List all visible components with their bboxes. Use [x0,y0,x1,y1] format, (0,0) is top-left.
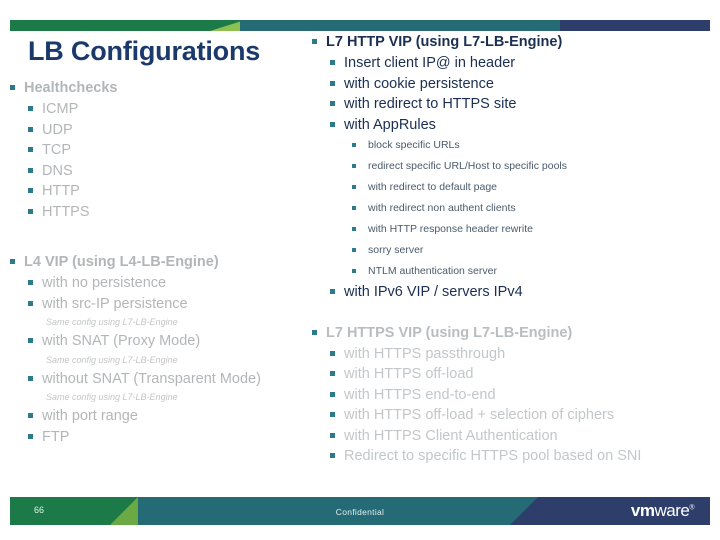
sub-list-item: NTLM authentication server [308,261,718,282]
vmware-logo: vmware® [630,501,695,521]
slide-footer: 66 Confidential vmware® [10,497,710,525]
list-item: with SNAT (Proxy Mode) [6,331,326,352]
top-bar-green-segment [10,20,240,31]
sub-list-item: redirect specific URL/Host to specific p… [308,156,718,177]
note-line: Same config using L7-LB-Engine [46,354,178,365]
list-item: with AppRules [308,115,718,136]
left-content-column: Healthchecks ICMP UDP TCP DNS HTTP HTTPS… [6,78,326,447]
square-bullet-icon [10,85,15,90]
square-bullet-icon [28,375,33,381]
group-l7-http-vip: L7 HTTP VIP (using L7-LB-Engine) Insert … [308,32,718,303]
square-bullet-icon [330,453,335,458]
vmware-logo-vm: vm [630,501,655,520]
square-bullet-icon [330,121,335,127]
sub-list-item: with redirect to default page [308,177,718,198]
square-bullet-icon [352,206,356,210]
square-bullet-icon [330,60,335,65]
list-item: without SNAT (Transparent Mode) [6,369,326,390]
top-bar-teal-diagonal [245,20,267,31]
list-item: with redirect to HTTPS site [308,94,718,115]
vmware-logo-ware: ware [654,501,690,520]
square-bullet-icon [28,188,33,193]
top-decorative-bar [10,20,710,31]
sub-list-item: sorry server [308,240,718,261]
square-bullet-icon [312,39,317,44]
square-bullet-icon [330,289,335,294]
square-bullet-icon [352,143,356,147]
square-bullet-icon [10,259,15,264]
square-bullet-icon [352,248,356,252]
square-bullet-icon [28,208,33,214]
list-item: HTTP [6,181,326,202]
list-item: with src-IP persistence [6,294,326,315]
confidential-label: Confidential [335,507,385,517]
square-bullet-icon [352,164,356,168]
list-item: Insert client IP@ in header [308,53,718,74]
group-heading: L4 VIP (using L4-LB-Engine) [6,252,326,272]
group-healthchecks: Healthchecks ICMP UDP TCP DNS HTTP HTTPS [6,78,326,222]
square-bullet-icon [28,300,33,306]
list-item: TCP [6,140,326,161]
list-item: with IPv6 VIP / servers IPv4 [308,282,718,303]
square-bullet-icon [28,338,33,343]
sub-list-item: with redirect non authent clients [308,198,718,219]
list-item: Redirect to specific HTTPS pool based on… [308,446,718,467]
square-bullet-icon [28,167,33,173]
list-item: with HTTPS passthrough [308,344,718,365]
group-heading: L7 HTTP VIP (using L7-LB-Engine) [308,32,718,52]
list-item: with port range [6,406,326,427]
list-item: FTP [6,427,326,448]
list-item: with HTTPS off-load [308,364,718,385]
square-bullet-icon [352,185,356,189]
top-bar-teal-segment [240,20,560,31]
square-bullet-icon [330,371,335,376]
list-item: with no persistence [6,273,326,294]
square-bullet-icon [28,280,33,285]
group-heading: L7 HTTPS VIP (using L7-LB-Engine) [308,323,718,343]
square-bullet-icon [28,433,33,439]
list-item: HTTPS [6,202,326,223]
slide-canvas: LB Configurations Healthchecks ICMP UDP … [0,0,720,540]
list-item: with HTTPS off-load + selection of ciphe… [308,405,718,426]
square-bullet-icon [312,329,317,335]
square-bullet-icon [330,432,335,438]
list-item: with HTTPS Client Authentication [308,426,718,447]
square-bullet-icon [330,101,335,106]
square-bullet-icon [330,391,335,397]
square-bullet-icon [330,80,335,86]
square-bullet-icon [28,413,33,418]
list-item: with cookie persistence [308,74,718,95]
page-title: LB Configurations [28,36,261,66]
sub-list-item: block specific URLs [308,135,718,156]
square-bullet-icon [28,106,33,111]
group-l4-vip: L4 VIP (using L4-LB-Engine) with no pers… [6,252,326,447]
registered-trademark-icon: ® [689,504,694,512]
list-item: UDP [6,120,326,141]
square-bullet-icon [330,350,335,356]
square-bullet-icon [330,412,335,417]
note-line: Same config using L7-LB-Engine [46,317,178,327]
list-item: with HTTPS end-to-end [308,385,718,406]
list-item: DNS [6,161,326,182]
top-bar-navy-segment [560,20,710,31]
square-bullet-icon [28,126,33,132]
sub-list-item: with HTTP response header rewrite [308,219,718,240]
square-bullet-icon [28,147,33,152]
group-l7-https-vip: L7 HTTPS VIP (using L7-LB-Engine) with H… [308,323,718,467]
group-heading: Healthchecks [6,78,326,98]
note-line: Same config using L7-LB-Engine [46,392,178,402]
right-content-column: L7 HTTP VIP (using L7-LB-Engine) Insert … [308,32,718,467]
square-bullet-icon [352,227,356,231]
square-bullet-icon [352,269,356,273]
list-item: ICMP [6,99,326,120]
